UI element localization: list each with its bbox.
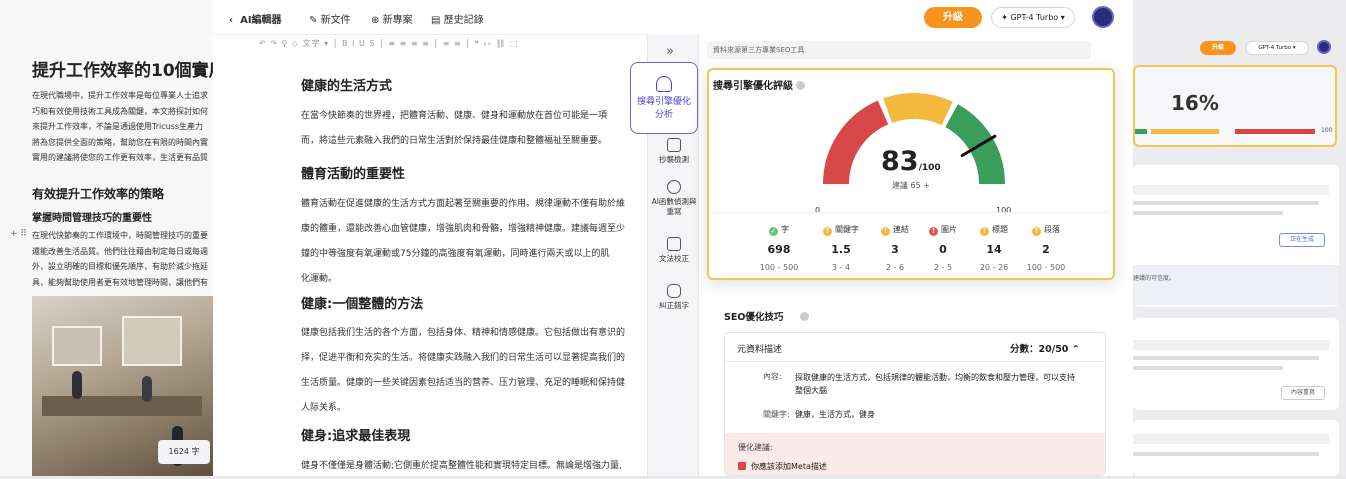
back-button[interactable]: ‹ AI編輯器 — [229, 11, 282, 26]
meta-description-section: 元資料描述 分數：20/50 ⌃ 內容: 探取健康的生活方式，包括規律的體能活動… — [724, 332, 1106, 476]
meta-content: 探取健康的生活方式，包括規律的體能活動，均衡的飲食和壓力管理，可以支持 整個大腦 — [795, 373, 1075, 395]
model-selector[interactable]: ✦ GPT-4 Turbo ▾ — [991, 7, 1075, 28]
search-doc-icon — [667, 138, 681, 152]
drag-handle-icon[interactable]: + ⠿ — [10, 229, 27, 239]
warning-icon — [738, 462, 746, 470]
gauge-yellow-segment — [883, 93, 953, 126]
formatting-toolbar[interactable]: ↶ ↷ ⚲ ◇ 文字 ▾ │ B I U S │ ≡ ≡ ≡ ≡ │ ≡ ≡ │… — [259, 38, 519, 49]
arrow-up-icon: ↑ — [929, 227, 938, 236]
seo-score-card: 搜尋引擎優化評級 0 100 83/100 建議 65 + ✓ 字 698 100 -… — [707, 68, 1115, 280]
bg-intro: 在現代職場中，提升工作效率是每位專業人士追求 巧和有效使用技術工具成為關鍵，本文將… — [32, 91, 208, 162]
gauge-red-segment — [823, 100, 889, 185]
gauge-min: 0 — [815, 206, 821, 215]
bg-paragraph: 在現代快節奏的工作環境中，時間管理技巧的重要 還能改善生活品質。他們往往藉由制定每… — [32, 231, 208, 287]
arrow-up-icon: ↑ — [881, 227, 890, 236]
metric-words: ✓ 字 698 100 - 500 — [759, 225, 799, 272]
bg-h2: 有效提升工作效率的策略 — [32, 187, 165, 201]
seo-title: 搜尋引擎優化評級 — [713, 77, 806, 92]
top-toolbar: ‹ AI編輯器 ✎ 新文件 ⊕ 新專案 ▤ 歷史記錄 升級 ✦ GPT-4 Tu… — [213, 0, 1133, 34]
rail-item-spelling[interactable]: 糾正錯字 — [648, 284, 700, 311]
avatar[interactable] — [1092, 6, 1114, 28]
rail-item-ai-detect[interactable]: AI函數偵測與重寫 — [648, 180, 700, 217]
bg-score-card: 16% 100 — [1133, 65, 1337, 147]
spell-icon — [667, 284, 681, 298]
word-count-badge: 1624 字 — [158, 440, 210, 464]
edit-icon: ✎ — [309, 15, 318, 26]
sparkle-icon: ✦ — [1001, 13, 1008, 22]
arrow-up-icon: ↑ — [980, 227, 989, 236]
section-heading: 健身:追求最佳表現 — [301, 429, 411, 444]
bg-card-3 — [1133, 420, 1339, 476]
check-icon: ✓ — [769, 227, 778, 236]
paragraph: 在當今快節奏的世界裡，把體育活動、健康、健身和運動放在首位可能是一項 而，將這些元… — [301, 111, 608, 146]
new-document-button[interactable]: ✎ 新文件 — [309, 11, 351, 26]
chevron-left-icon: ‹ — [229, 15, 234, 26]
arrow-up-icon: ↑ — [1032, 227, 1041, 236]
background-panel: 升級 GPT-4 Turbo ▾ 16% 100 正在生成 建議的可信度。 內容… — [1133, 0, 1346, 476]
suggestion-box: 優化建議: 你應該添加Meta描述 — [725, 433, 1105, 475]
source-note: 資料來源第三方專業SEO工具 — [707, 41, 1091, 59]
rail-item-grammar[interactable]: 文法校正 — [648, 237, 700, 264]
meta-header[interactable]: 元資料描述 分數：20/50 ⌃ — [725, 333, 1105, 361]
collapse-button[interactable]: » — [666, 44, 674, 59]
meta-keywords: 健康，生活方式，健身 — [795, 410, 875, 419]
history-button[interactable]: ▤ 歷史記錄 — [431, 11, 484, 26]
bg-avatar — [1317, 40, 1331, 54]
paragraph: 體育活動在促進健康的生活方式方面起著至關重要的作用。規律運動不僅有助於維 康的體重… — [301, 199, 626, 284]
chevron-up-icon: ⌃ — [1071, 344, 1080, 355]
rail-item-plagiarism[interactable]: 抄襲檢測 — [648, 138, 700, 165]
background-document: 提升工作效率的10個實用 在現代職場中，提升工作效率是每位專業人士追求 巧和有效使… — [0, 0, 215, 476]
upgrade-button[interactable]: 升級 — [924, 7, 982, 28]
gauge-icon — [656, 76, 672, 92]
paragraph: 健身不僅僅是身體活動;它側重於提高整體性能和實現特定目標。無論是增強力量, — [301, 461, 622, 471]
section-heading: 體育活動的重要性 — [301, 167, 406, 182]
arrow-up-icon: ↑ — [823, 227, 832, 236]
score-value: 83/100 — [881, 146, 941, 177]
bg-h3: 掌握時間管理技巧的重要性 — [32, 213, 152, 224]
bg-title: 提升工作效率的10個實用 — [32, 61, 215, 81]
section-heading: 健康的生活方式 — [301, 79, 393, 94]
bg-model-selector: GPT-4 Turbo ▾ — [1245, 41, 1309, 55]
ai-icon — [667, 180, 681, 194]
seo-panel: 資料來源第三方專業SEO工具 搜尋引擎優化評級 0 100 83/100 建議 … — [699, 34, 1133, 476]
metric-headings: ↑ 標題 14 20 - 26 — [979, 225, 1009, 272]
paragraph: 健康包括我们生活的各个方面，包括身体、精神和情感健康。它包括做出有意识的 择，促进… — [301, 328, 626, 413]
bg-card-2: 內容重寫 — [1133, 318, 1339, 410]
gauge-max: 100 — [996, 206, 1012, 215]
tips-title: SEO優化技巧 — [724, 309, 809, 323]
rail-item-seo[interactable]: 搜尋引擎優化分析 — [630, 62, 698, 134]
grammar-icon — [667, 237, 681, 251]
metric-paragraphs: ↑ 段落 2 100 - 500 — [1026, 225, 1066, 272]
tool-rail: » 搜尋引擎優化分析 抄襲檢測 AI函數偵測與重寫 文法校正 糾正錯字 — [630, 34, 700, 476]
editor[interactable]: ↶ ↷ ⚲ ◇ 文字 ▾ │ B I U S │ ≡ ≡ ≡ ≡ │ ≡ ≡ │… — [213, 34, 647, 476]
score-suggest: 建議 65 + — [892, 181, 930, 190]
info-icon — [799, 312, 809, 321]
history-icon: ▤ — [431, 15, 441, 26]
bg-upgrade-button: 升級 — [1200, 41, 1236, 55]
info-icon — [796, 81, 806, 90]
bg-card-1: 正在生成 建議的可信度。 — [1133, 165, 1339, 307]
new-project-button[interactable]: ⊕ 新專案 — [371, 11, 413, 26]
metric-keywords: ↑ 關鍵字 1.5 3 - 4 — [823, 225, 859, 272]
section-heading: 健康:一個整體的方法 — [301, 297, 424, 312]
plus-circle-icon: ⊕ — [371, 15, 380, 26]
